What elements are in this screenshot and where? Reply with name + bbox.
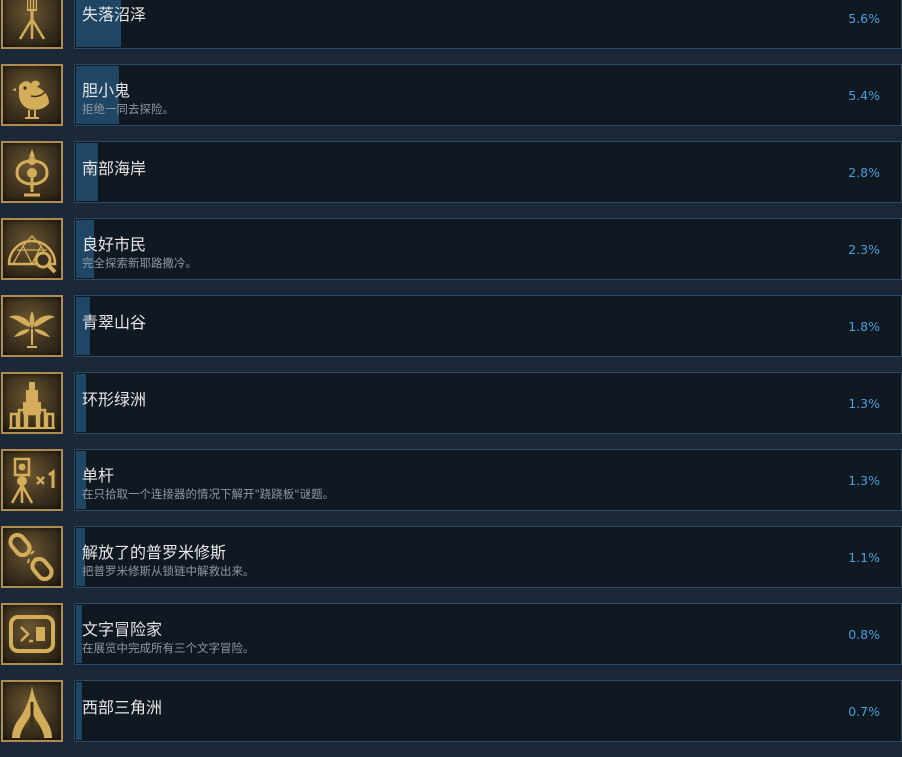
connector-x1-icon bbox=[1, 449, 63, 511]
achievement-name: 西部三角洲 bbox=[82, 698, 163, 717]
unlock-percent: 1.1% bbox=[848, 550, 880, 565]
achievement-row[interactable]: 胆小鬼拒绝一同去探险。 5.4% bbox=[0, 64, 902, 141]
achievement-row[interactable]: 单杆在只拾取一个连接器的情况下解开"跷跷板"谜题。 1.3% bbox=[0, 449, 902, 526]
achievement-panel: 良好市民完全探索新耶路撒冷。 2.3% bbox=[74, 218, 902, 280]
delta-icon bbox=[1, 680, 63, 742]
achievement-panel: 单杆在只拾取一个连接器的情况下解开"跷跷板"谜题。 1.3% bbox=[74, 449, 902, 511]
achievement-panel: 失落沼泽 5.6% bbox=[74, 0, 902, 49]
achievement-row[interactable]: 青翠山谷 1.8% bbox=[0, 295, 902, 372]
unlock-percent: 1.3% bbox=[848, 473, 880, 488]
achievement-panel: 南部海岸 2.8% bbox=[74, 141, 902, 203]
achievement-name: 文字冒险家 bbox=[82, 620, 163, 639]
unlock-percent: 0.8% bbox=[848, 627, 880, 642]
achievement-row[interactable]: 良好市民完全探索新耶路撒冷。 2.3% bbox=[0, 218, 902, 295]
tower-icon bbox=[1, 372, 63, 434]
unlock-percent: 5.4% bbox=[848, 88, 880, 103]
achievement-panel: 环形绿洲 1.3% bbox=[74, 372, 902, 434]
achievement-description: 完全探索新耶路撒冷。 bbox=[82, 256, 197, 270]
achievement-row[interactable]: 西部三角洲 0.7% bbox=[0, 680, 902, 757]
unlock-percent: 2.3% bbox=[848, 242, 880, 257]
unlock-percent: 1.3% bbox=[848, 396, 880, 411]
achievement-name: 单杆 bbox=[82, 466, 115, 485]
unlock-percent: 0.7% bbox=[848, 704, 880, 719]
achievement-name: 南部海岸 bbox=[82, 159, 147, 178]
achievement-description: 把普罗米修斯从锁链中解救出来。 bbox=[82, 564, 255, 578]
surveyor-lamp-icon bbox=[1, 0, 63, 49]
achievement-panel: 文字冒险家在展览中完成所有三个文字冒险。 0.8% bbox=[74, 603, 902, 665]
achievement-row[interactable]: 失落沼泽 5.6% bbox=[0, 0, 902, 64]
achievement-row[interactable]: 文字冒险家在展览中完成所有三个文字冒险。 0.8% bbox=[0, 603, 902, 680]
achievement-row[interactable]: 环形绿洲 1.3% bbox=[0, 372, 902, 449]
broken-chain-icon bbox=[1, 526, 63, 588]
achievement-list: 失落沼泽 5.6% 胆小鬼拒绝一同去探险。 5.4% 南部海岸 2.8% 良好市民完全探索新… bbox=[0, 0, 902, 757]
unlock-percent: 5.6% bbox=[848, 11, 880, 26]
achievement-name: 解放了的普罗米修斯 bbox=[82, 543, 227, 562]
terminal-icon bbox=[1, 603, 63, 665]
achievement-description: 在展览中完成所有三个文字冒险。 bbox=[82, 641, 255, 655]
achievement-name: 失落沼泽 bbox=[82, 5, 147, 24]
achievement-description: 拒绝一同去探险。 bbox=[82, 102, 174, 116]
unlock-percent: 1.8% bbox=[848, 319, 880, 334]
coastal-emblem-icon bbox=[1, 141, 63, 203]
achievement-panel: 西部三角洲 0.7% bbox=[74, 680, 902, 742]
achievement-name: 胆小鬼 bbox=[82, 81, 131, 100]
achievement-panel: 青翠山谷 1.8% bbox=[74, 295, 902, 357]
chicken-icon bbox=[1, 64, 63, 126]
achievement-description: 在只拾取一个连接器的情况下解开"跷跷板"谜题。 bbox=[82, 487, 335, 501]
progress-bar bbox=[76, 682, 82, 740]
winged-plant-icon bbox=[1, 295, 63, 357]
achievement-name: 良好市民 bbox=[82, 235, 147, 254]
achievement-name: 青翠山谷 bbox=[82, 313, 147, 332]
unlock-percent: 2.8% bbox=[848, 165, 880, 180]
achievement-panel: 胆小鬼拒绝一同去探险。 5.4% bbox=[74, 64, 902, 126]
achievement-name: 环形绿洲 bbox=[82, 390, 147, 409]
achievement-row[interactable]: 解放了的普罗米修斯把普罗米修斯从锁链中解救出来。 1.1% bbox=[0, 526, 902, 603]
achievement-row[interactable]: 南部海岸 2.8% bbox=[0, 141, 902, 218]
dome-magnifier-icon bbox=[1, 218, 63, 280]
achievement-panel: 解放了的普罗米修斯把普罗米修斯从锁链中解救出来。 1.1% bbox=[74, 526, 902, 588]
